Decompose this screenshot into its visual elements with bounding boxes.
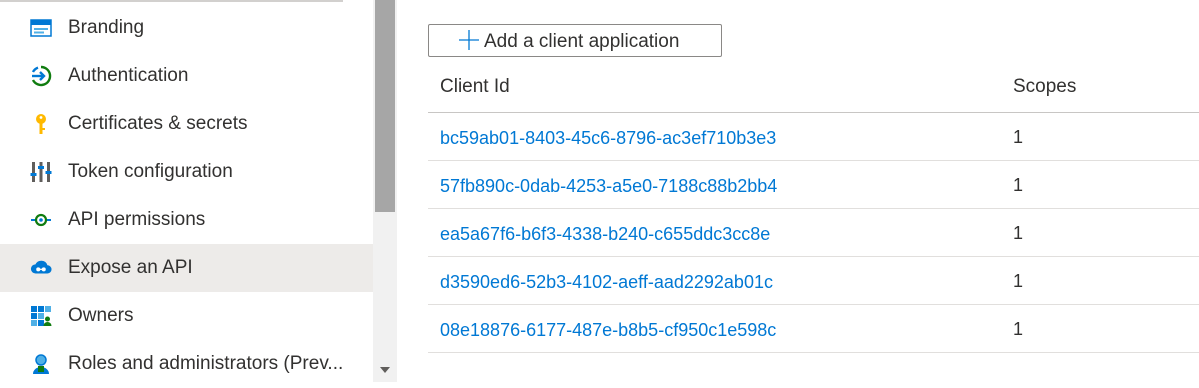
column-header-client-id: Client Id xyxy=(440,76,510,97)
scopes-count: 1 xyxy=(1013,175,1024,195)
sidebar-item-label: Owners xyxy=(68,305,134,326)
sidebar-divider xyxy=(0,0,343,2)
sidebar-item-certificates-secrets[interactable]: Certificates & secrets xyxy=(0,100,373,148)
sidebar-nav: Branding Authentication Certificates & s… xyxy=(0,0,373,382)
owners-icon xyxy=(30,305,52,327)
client-id-link[interactable]: 08e18876-6177-487e-b8b5-cf950c1e598c xyxy=(440,320,776,341)
table-row: ea5a67f6-b6f3-4338-b240-c655ddc3cc8e 1 xyxy=(428,209,1199,257)
sidebar-scrollbar[interactable] xyxy=(373,0,397,382)
plus-icon xyxy=(458,29,480,56)
sidebar-item-label: Expose an API xyxy=(68,257,193,278)
main-content: Add a client application Client Id Scope… xyxy=(397,0,1199,382)
sidebar-item-label: Authentication xyxy=(68,65,189,86)
scroll-down-arrow-icon[interactable] xyxy=(373,360,397,380)
client-id-link[interactable]: d3590ed6-52b3-4102-aeff-aad2292ab01c xyxy=(440,272,773,293)
column-header-scopes: Scopes xyxy=(1013,76,1077,97)
cloud-api-icon xyxy=(30,257,52,279)
branding-icon xyxy=(30,17,52,39)
table-row: d3590ed6-52b3-4102-aeff-aad2292ab01c 1 xyxy=(428,257,1199,305)
roles-icon xyxy=(30,353,52,375)
api-permissions-icon xyxy=(30,209,52,231)
key-icon xyxy=(30,113,52,135)
table-row: bc59ab01-8403-45c6-8796-ac3ef710b3e3 1 xyxy=(428,113,1199,161)
table-row: 08e18876-6177-487e-b8b5-cf950c1e598c 1 xyxy=(428,305,1199,353)
client-id-link[interactable]: ea5a67f6-b6f3-4338-b240-c655ddc3cc8e xyxy=(440,224,770,245)
sidebar-item-owners[interactable]: Owners xyxy=(0,292,373,340)
scopes-count: 1 xyxy=(1013,319,1024,339)
add-client-application-button[interactable]: Add a client application xyxy=(428,24,722,57)
sidebar-item-api-permissions[interactable]: API permissions xyxy=(0,196,373,244)
sidebar-item-label: Certificates & secrets xyxy=(68,113,248,134)
sidebar-item-roles-administrators[interactable]: Roles and administrators (Prev... xyxy=(0,340,373,388)
client-id-link[interactable]: 57fb890c-0dab-4253-a5e0-7188c88b2bb4 xyxy=(440,176,777,197)
scopes-count: 1 xyxy=(1013,223,1024,243)
scopes-count: 1 xyxy=(1013,127,1024,147)
sidebar-item-label: Token configuration xyxy=(68,161,233,182)
sidebar-item-label: Branding xyxy=(68,17,145,38)
sidebar-item-label: API permissions xyxy=(68,209,206,230)
token-config-icon xyxy=(30,161,52,183)
client-id-link[interactable]: bc59ab01-8403-45c6-8796-ac3ef710b3e3 xyxy=(440,128,776,149)
sidebar-item-branding[interactable]: Branding xyxy=(0,4,373,52)
authentication-icon xyxy=(30,65,52,87)
add-button-label: Add a client application xyxy=(484,31,680,52)
scopes-count: 1 xyxy=(1013,271,1024,291)
sidebar-item-label: Roles and administrators (Prev... xyxy=(68,353,344,374)
table-row: 57fb890c-0dab-4253-a5e0-7188c88b2bb4 1 xyxy=(428,161,1199,209)
sidebar-item-token-configuration[interactable]: Token configuration xyxy=(0,148,373,196)
scrollbar-thumb[interactable] xyxy=(375,0,395,212)
sidebar-item-expose-an-api[interactable]: Expose an API xyxy=(0,244,373,292)
sidebar-item-authentication[interactable]: Authentication xyxy=(0,52,373,100)
row-divider xyxy=(428,352,1199,353)
